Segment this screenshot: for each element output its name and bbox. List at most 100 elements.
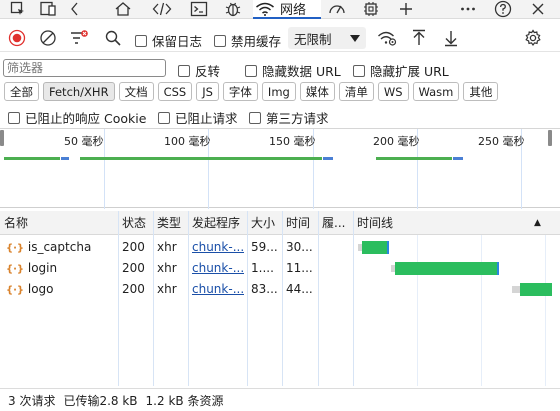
settings-gear-icon[interactable] [522,27,544,49]
table-row[interactable]: {·} is_captcha 200 xhr chunk-... 59... 3… [0,237,560,258]
type-cell: xhr [157,261,177,275]
hide-data-url-checkbox[interactable] [245,64,257,77]
xhr-icon: {·} [6,243,25,254]
waterfall-queue-bar [512,286,520,293]
type-filter-other[interactable]: 其他 [463,82,499,101]
dropdown-arrow-icon [350,31,360,46]
initiator-link[interactable]: chunk-... [188,279,244,300]
column-initiator[interactable]: 发起程序 [188,211,247,235]
waterfall-bar [362,241,387,254]
type-cell: xhr [157,240,177,254]
type-filter-fetch-xhr[interactable]: Fetch/XHR [43,82,115,101]
timeline-overview[interactable]: 50 毫秒 100 毫秒 150 毫秒 200 毫秒 250 毫秒 [0,128,560,209]
table-row[interactable]: {·} login 200 xhr chunk-... 1.... 11... [0,258,560,279]
resource-type-filters: 全部 Fetch/XHR 文档 CSS JS 字体 Img 媒体 清单 WS W… [4,82,499,102]
sort-ascending-icon[interactable]: ▲ [530,211,550,235]
third-party-label: 第三方请求 [266,111,329,126]
search-icon[interactable] [102,27,124,49]
waterfall-bar [395,262,497,275]
tab-overflow-icon[interactable] [68,0,82,18]
type-filter-wasm[interactable]: Wasm [412,82,460,101]
xhr-icon: {·} [6,264,25,275]
overview-gridline [104,129,105,209]
preserve-log-checkbox[interactable] [135,34,147,47]
blocked-cookie-checkbox[interactable] [8,111,20,124]
size-cell: 1.... [251,261,274,275]
type-filter-js[interactable]: JS [196,82,219,101]
hide-ext-url-option[interactable]: 隐藏扩展 URL [353,61,449,80]
hide-ext-url-label: 隐藏扩展 URL [370,64,449,79]
close-icon[interactable] [528,0,548,18]
blocked-requests-checkbox[interactable] [158,111,170,124]
initiator-link[interactable]: chunk-... [188,258,244,279]
preserve-log-option[interactable]: 保留日志 [135,31,202,50]
add-tool-icon[interactable] [396,0,416,18]
column-waterfall[interactable]: 时间线 [353,211,513,235]
network-icon [255,2,275,16]
resources-size: 1.2 kB 条资源 [145,393,224,408]
memory-icon[interactable] [360,0,382,18]
column-time[interactable]: 时间 [282,211,318,235]
third-party-checkbox[interactable] [249,111,261,124]
waterfall-download-bar [497,262,499,275]
initiator-link[interactable]: chunk-... [188,237,244,258]
overview-request-bar [4,157,60,160]
disable-cache-checkbox[interactable] [214,34,226,47]
hide-ext-url-checkbox[interactable] [353,64,365,77]
status-cell: 200 [122,261,145,275]
transferred-size: 已传输2.8 kB [63,393,138,408]
preserve-log-label: 保留日志 [152,34,203,49]
blocked-requests-option[interactable]: 已阻止请求 [158,108,238,127]
import-har-icon[interactable] [408,27,430,49]
type-filter-document[interactable]: 文档 [118,82,154,101]
type-filter-css[interactable]: CSS [157,82,193,101]
type-filter-font[interactable]: 字体 [222,82,258,101]
filter-input[interactable] [3,59,166,77]
record-stop-icon[interactable] [6,27,28,49]
overview-tick-label: 150 毫秒 [269,135,316,148]
time-cell: 11... [286,261,313,275]
type-filter-img[interactable]: Img [261,82,296,101]
request-name-cell: {·} logo [2,279,118,300]
elements-icon[interactable] [150,0,174,18]
overview-right-handle[interactable] [548,130,552,146]
type-cell: xhr [157,282,177,296]
blocked-cookie-option[interactable]: 已阻止的响应 Cookie [8,108,146,127]
throttling-select[interactable]: 无限制 [288,27,366,49]
column-type[interactable]: 类型 [153,211,188,235]
table-row[interactable]: {·} logo 200 xhr chunk-... 83... 44... [0,279,560,300]
invert-option[interactable]: 反转 [178,61,220,80]
overview-tick-label: 100 毫秒 [164,135,211,148]
status-cell: 200 [122,282,145,296]
type-filter-ws[interactable]: WS [377,82,409,101]
column-fulfilled-by[interactable]: 履... [318,211,353,235]
performance-icon[interactable] [326,0,348,18]
column-status[interactable]: 状态 [118,211,153,235]
hide-data-url-option[interactable]: 隐藏数据 URL [245,61,341,80]
type-filter-media[interactable]: 媒体 [299,82,335,101]
device-emulation-icon[interactable] [38,0,60,18]
requests-table-header: 名称 状态 类型 发起程序 大小 时间 履... 时间线 ▲ [0,211,560,235]
export-har-icon[interactable] [440,27,462,49]
type-filter-manifest[interactable]: 清单 [338,82,374,101]
console-icon[interactable] [188,0,210,18]
type-filter-all[interactable]: 全部 [4,82,39,101]
help-icon[interactable] [492,0,514,18]
tab-network[interactable]: 网络 [253,0,321,19]
third-party-option[interactable]: 第三方请求 [249,108,329,127]
welcome-home-icon[interactable] [112,0,134,18]
more-tools-icon[interactable] [458,0,478,18]
disable-cache-option[interactable]: 禁用缓存 [214,31,281,50]
request-name: is_captcha [27,240,92,254]
network-conditions-icon[interactable] [376,27,398,49]
invert-checkbox[interactable] [178,64,190,77]
request-name: login [27,261,58,275]
overview-request-bar [453,157,463,160]
filter-icon[interactable] [68,27,90,49]
column-size[interactable]: 大小 [247,211,282,235]
clear-icon[interactable] [37,27,59,49]
overview-left-handle[interactable] [0,130,4,146]
sources-icon[interactable] [222,0,244,18]
inspect-icon[interactable] [8,0,28,18]
column-name[interactable]: 名称 [0,211,118,235]
